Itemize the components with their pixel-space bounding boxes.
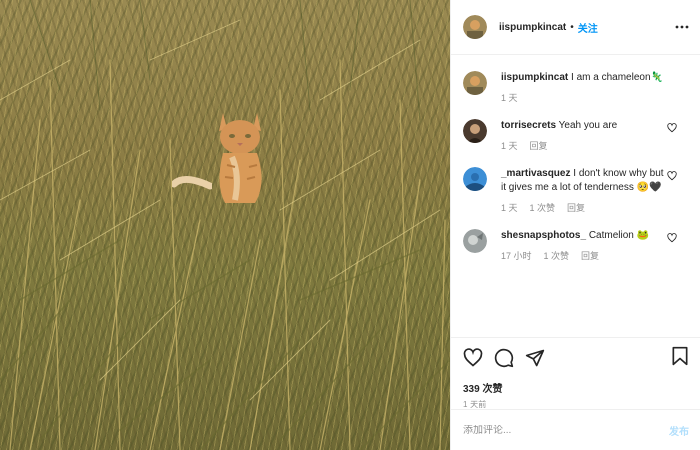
reply-button[interactable]: 回复 <box>530 139 548 153</box>
commenter-avatar[interactable] <box>463 167 487 191</box>
caption: iispumpkincat I am a chameleon🦎 1 天 <box>463 71 689 105</box>
heart-icon[interactable] <box>667 171 677 181</box>
reply-button[interactable]: 回复 <box>567 201 585 215</box>
author-username[interactable]: iispumpkincat <box>499 22 566 33</box>
caption-emoji: 🦎 <box>650 72 663 83</box>
post-comment-button[interactable]: 发布 <box>669 423 689 438</box>
post-actions: 339 次赞 1 天前 <box>451 337 700 409</box>
comment-item: _martivasquez I don't know why but it gi… <box>463 167 689 215</box>
comment-time[interactable]: 1 天 <box>501 139 518 153</box>
comment-time[interactable]: 1 天 <box>501 201 518 215</box>
comment-likes[interactable]: 1 次赞 <box>544 249 570 263</box>
reply-button[interactable]: 回复 <box>581 249 599 263</box>
comment-item: shesnapsphotos_ Catmelion 🐸 17 小时 1 次赞 回… <box>463 229 689 263</box>
likes-count[interactable]: 339 次赞 <box>463 380 689 395</box>
caption-username[interactable]: iispumpkincat <box>501 72 568 83</box>
heart-icon[interactable] <box>667 233 677 243</box>
grass-texture <box>0 0 450 450</box>
comment-item: torrisecrets Yeah you are 1 天 回复 <box>463 119 689 153</box>
post-side-panel: iispumpkincat • 关注 iispumpkincat I am a … <box>450 0 700 450</box>
action-icons <box>463 346 689 370</box>
comment-meta: 1 天 1 次赞 回复 <box>501 201 669 215</box>
bookmark-icon[interactable] <box>671 346 689 366</box>
comment-username[interactable]: _martivasquez <box>501 168 570 179</box>
author-avatar[interactable] <box>463 15 487 39</box>
caption-avatar[interactable] <box>463 71 487 95</box>
heart-icon[interactable] <box>667 123 677 133</box>
separator-dot: • <box>570 21 574 33</box>
commenter-avatar[interactable] <box>463 229 487 253</box>
post-photo[interactable] <box>0 0 450 450</box>
comment-text: Yeah you are <box>558 120 618 131</box>
comment-input[interactable] <box>463 424 661 436</box>
comment-username[interactable]: shesnapsphotos_ <box>501 230 586 241</box>
share-icon[interactable] <box>525 348 545 368</box>
comment-meta: 1 天 回复 <box>501 139 669 153</box>
comment-meta: 17 小时 1 次赞 回复 <box>501 249 669 263</box>
cat-tail <box>172 176 212 190</box>
comment-username[interactable]: torrisecrets <box>501 120 556 131</box>
caption-text: I am a chameleon <box>571 72 651 83</box>
instagram-post: iispumpkincat • 关注 iispumpkincat I am a … <box>0 0 700 450</box>
more-icon[interactable] <box>675 20 689 34</box>
caption-meta: 1 天 <box>501 91 669 105</box>
post-header: iispumpkincat • 关注 <box>451 0 700 55</box>
commenter-avatar[interactable] <box>463 119 487 143</box>
comment-time[interactable]: 17 小时 <box>501 249 532 263</box>
comments-list[interactable]: iispumpkincat I am a chameleon🦎 1 天 torr… <box>451 55 700 338</box>
comment-likes[interactable]: 1 次赞 <box>530 201 556 215</box>
cat-figure <box>219 113 262 203</box>
caption-time[interactable]: 1 天 <box>501 91 518 105</box>
add-comment-bar: 发布 <box>451 409 700 450</box>
follow-button[interactable]: 关注 <box>578 20 598 35</box>
comment-icon[interactable] <box>494 348 514 368</box>
heart-icon[interactable] <box>463 348 483 368</box>
comment-text: Catmelion 🐸 <box>588 230 650 241</box>
